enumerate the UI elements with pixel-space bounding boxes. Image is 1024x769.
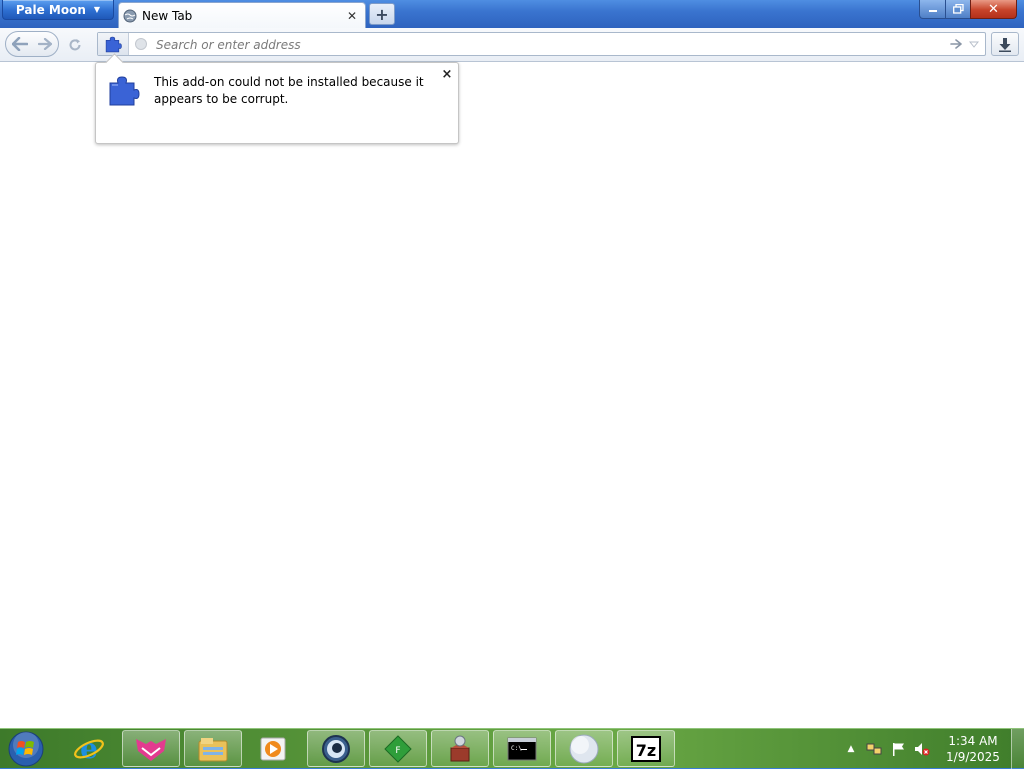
internet-explorer-icon: e — [74, 733, 104, 765]
back-forward-group — [5, 31, 59, 57]
command-prompt-icon: C:\ — [507, 737, 537, 760]
taskbar-pale-moon[interactable] — [555, 730, 613, 767]
navigation-toolbar — [0, 28, 1024, 62]
address-bar[interactable] — [97, 32, 986, 56]
close-icon: ✕ — [988, 1, 999, 17]
globe-icon — [123, 9, 137, 22]
svg-text:F: F — [395, 746, 400, 756]
chevron-down-icon: ▼ — [93, 5, 101, 14]
taskbar-archive-box-app[interactable] — [431, 730, 489, 767]
reload-button[interactable] — [64, 34, 86, 56]
tab-new-tab[interactable]: New Tab ✕ — [118, 2, 366, 28]
show-hidden-icons-button[interactable]: ▲ — [846, 729, 856, 769]
taskbar-globe-app[interactable] — [307, 730, 365, 767]
downloads-button[interactable] — [991, 32, 1019, 56]
system-clock[interactable]: 1:34 AM 1/9/2025 — [940, 733, 1006, 765]
start-button[interactable] — [6, 730, 46, 768]
close-icon[interactable]: × — [440, 68, 454, 82]
download-arrow-icon — [999, 37, 1011, 52]
media-player-icon — [260, 737, 286, 760]
network-icon — [866, 743, 882, 755]
svg-text:7z: 7z — [636, 741, 656, 760]
7zip-icon: 7z — [631, 735, 661, 762]
taskbar-command-prompt[interactable]: C:\ — [493, 730, 551, 767]
puzzle-piece-icon — [109, 76, 140, 106]
clock-date: 1/9/2025 — [946, 750, 1000, 764]
chevron-up-icon: ▲ — [847, 744, 855, 754]
green-diamond-app-icon: F — [384, 734, 412, 763]
archive-box-app-icon — [450, 735, 470, 761]
go-button[interactable] — [948, 36, 964, 52]
foxy-app-icon — [136, 738, 166, 761]
app-button-label: Pale Moon — [15, 2, 86, 17]
globe-app-icon — [322, 734, 350, 763]
dropdown-triangle-icon — [969, 41, 979, 48]
forward-arrow-icon — [38, 38, 52, 50]
forward-button[interactable] — [34, 33, 56, 55]
taskbar-file-explorer[interactable] — [184, 730, 242, 767]
addon-notification-anchor[interactable] — [98, 33, 129, 55]
reload-icon — [69, 39, 81, 51]
svg-text:C:\: C:\ — [511, 745, 522, 752]
taskbar-internet-explorer[interactable]: e — [60, 730, 118, 767]
minimize-icon — [928, 10, 937, 12]
page-identity-icon[interactable] — [134, 37, 148, 51]
back-arrow-icon — [12, 37, 28, 51]
tray-volume[interactable] — [914, 729, 930, 769]
history-dropdown-button[interactable] — [967, 36, 981, 52]
taskbar-7zip[interactable]: 7z — [617, 730, 675, 767]
taskbar-green-diamond-app[interactable]: F — [369, 730, 427, 767]
flag-icon — [893, 743, 904, 756]
go-arrow-icon — [950, 39, 962, 49]
error-message: This add-on could not be installed becau… — [154, 75, 424, 106]
restore-button[interactable] — [945, 0, 971, 19]
minimize-button[interactable] — [919, 0, 946, 19]
clock-time: 1:34 AM — [948, 734, 998, 748]
taskbar-foxy-app[interactable] — [122, 730, 180, 767]
addon-install-error-popup: This add-on could not be installed becau… — [95, 53, 459, 144]
title-bar: Pale Moon ▼ New Tab ✕ + ✕ — [0, 0, 1024, 28]
new-tab-button[interactable]: + — [369, 3, 395, 25]
back-button[interactable] — [8, 33, 32, 55]
file-explorer-icon — [198, 737, 228, 761]
restore-icon — [952, 4, 964, 14]
windows-start-orb-icon — [8, 731, 44, 767]
pale-moon-icon — [569, 734, 599, 763]
close-window-button[interactable]: ✕ — [970, 0, 1017, 19]
tray-action-center[interactable] — [891, 729, 907, 769]
svg-text:e: e — [80, 733, 98, 765]
taskbar-media-player[interactable] — [244, 730, 302, 767]
show-desktop-button[interactable] — [1011, 729, 1024, 769]
tab-title: New Tab — [142, 8, 193, 23]
tray-network[interactable] — [866, 729, 882, 769]
plus-icon: + — [375, 4, 389, 24]
page-content[interactable]: This add-on could not be installed becau… — [0, 53, 1024, 728]
pale-moon-menu-button[interactable]: Pale Moon ▼ — [2, 0, 114, 20]
taskbar: e F C:\ 7z ▲ 1:34 AM 1/9/2025 — [0, 728, 1024, 769]
volume-muted-icon — [915, 743, 930, 756]
address-input[interactable] — [154, 35, 938, 55]
puzzle-piece-icon — [105, 36, 122, 53]
tab-close-icon[interactable]: ✕ — [345, 9, 359, 23]
